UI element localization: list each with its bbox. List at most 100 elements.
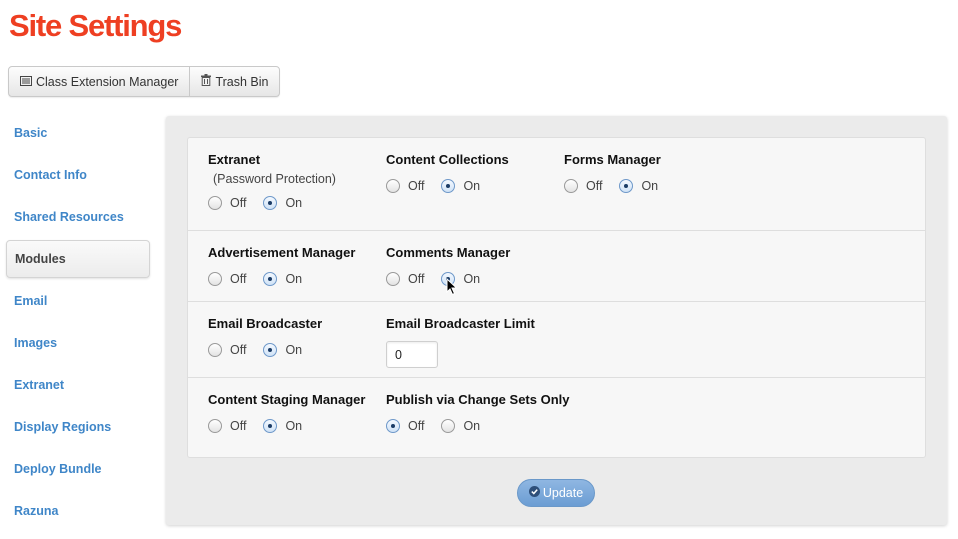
email-broadcaster-on-label: On: [285, 343, 303, 357]
forms-manager-on-label: On: [641, 179, 659, 193]
forms-manager-off-radio[interactable]: [564, 179, 578, 193]
email-broadcaster-on-option[interactable]: On: [263, 343, 302, 357]
publish-via-change-sets-on-label: On: [463, 419, 481, 433]
advertisement-manager-on-radio[interactable]: [263, 272, 278, 286]
publish-via-change-sets-off-option[interactable]: Off: [386, 419, 424, 433]
settings-row: Extranet (Password Protection) Off On Co…: [188, 138, 925, 231]
content-staging-manager-on-option[interactable]: On: [263, 419, 302, 433]
sidebar-item-email[interactable]: Email: [6, 282, 150, 320]
comments-manager-label: Comments Manager: [386, 245, 511, 260]
comments-manager-off-option[interactable]: Off: [386, 272, 424, 286]
comments-manager-setting: Comments Manager Off On: [386, 245, 510, 286]
publish-via-change-sets-setting: Publish via Change Sets Only Off On: [386, 392, 570, 433]
email-broadcaster-off-label: Off: [230, 343, 247, 357]
extranet-off-option[interactable]: Off: [208, 196, 246, 210]
advertisement-manager-label: Advertisement Manager: [208, 245, 356, 260]
settings-row: Content Staging Manager Off On Publish v…: [188, 378, 925, 458]
content-staging-manager-setting: Content Staging Manager Off On: [208, 392, 365, 433]
extranet-sublabel: (Password Protection): [213, 172, 336, 186]
content-staging-manager-label: Content Staging Manager: [208, 392, 366, 407]
publish-via-change-sets-on-radio[interactable]: [441, 419, 456, 433]
advertisement-manager-off-radio[interactable]: [208, 272, 222, 286]
extranet-radio-group: Off On: [208, 196, 336, 210]
settings-row: Advertisement Manager Off On Comments Ma…: [188, 231, 925, 302]
forms-manager-label: Forms Manager: [564, 152, 661, 167]
class-extension-manager-label: Class Extension Manager: [36, 74, 179, 89]
publish-via-change-sets-off-label: Off: [408, 419, 425, 433]
email-broadcaster-limit-input[interactable]: [386, 341, 438, 368]
toolbar: Class Extension Manager Trash Bin: [8, 66, 281, 97]
trash-icon: [201, 74, 212, 89]
advertisement-manager-setting: Advertisement Manager Off On: [208, 245, 355, 286]
email-broadcaster-label: Email Broadcaster: [208, 316, 323, 331]
content-collections-off-option[interactable]: Off: [386, 179, 424, 193]
advertisement-manager-off-label: Off: [230, 272, 247, 286]
comments-manager-on-radio[interactable]: [441, 272, 456, 286]
sidebar-item-display-regions[interactable]: Display Regions: [6, 408, 150, 446]
content-collections-radio-group: Off On: [386, 179, 509, 193]
content-staging-manager-on-radio[interactable]: [263, 419, 278, 433]
content-collections-setting: Content Collections Off On: [386, 152, 509, 193]
forms-manager-off-option[interactable]: Off: [564, 179, 602, 193]
sidebar-item-razuna[interactable]: Razuna: [6, 492, 150, 530]
content-staging-manager-on-label: On: [285, 419, 303, 433]
publish-via-change-sets-label: Publish via Change Sets Only: [386, 392, 570, 407]
sidebar-item-modules[interactable]: Modules: [6, 240, 150, 278]
sidebar-item-contact-info[interactable]: Contact Info: [6, 156, 150, 194]
update-button[interactable]: Update: [517, 479, 595, 507]
advertisement-manager-on-label: On: [285, 272, 303, 286]
email-broadcaster-limit-setting: Email Broadcaster Limit: [386, 316, 535, 368]
settings-row: Email Broadcaster Off On Email Broadcast…: [188, 302, 925, 378]
content-staging-manager-off-radio[interactable]: [208, 419, 222, 433]
trash-bin-label: Trash Bin: [215, 74, 269, 89]
page-title: Site Settings: [9, 8, 182, 43]
publish-via-change-sets-off-radio[interactable]: [386, 419, 400, 433]
sidebar-item-basic[interactable]: Basic: [6, 114, 150, 152]
extranet-off-label: Off: [230, 196, 247, 210]
check-circle-icon: [528, 486, 540, 500]
content-collections-off-label: Off: [408, 179, 425, 193]
email-broadcaster-off-radio[interactable]: [208, 343, 222, 357]
forms-manager-setting: Forms Manager Off On: [564, 152, 675, 193]
modules-form: Extranet (Password Protection) Off On Co…: [187, 137, 926, 458]
forms-manager-off-label: Off: [586, 179, 603, 193]
forms-manager-radio-group: Off On: [564, 179, 675, 193]
email-broadcaster-on-radio[interactable]: [263, 343, 278, 357]
content-collections-on-radio[interactable]: [441, 179, 456, 193]
sidebar-item-images[interactable]: Images: [6, 324, 150, 362]
content-staging-manager-radio-group: Off On: [208, 419, 365, 433]
sidebar-item-shared-resources[interactable]: Shared Resources: [6, 198, 150, 236]
class-extension-manager-button[interactable]: Class Extension Manager: [9, 67, 189, 96]
content-staging-manager-off-option[interactable]: Off: [208, 419, 246, 433]
trash-bin-button[interactable]: Trash Bin: [189, 67, 279, 96]
email-broadcaster-radio-group: Off On: [208, 343, 322, 357]
extranet-label: Extranet: [208, 152, 261, 167]
comments-manager-radio-group: Off On: [386, 272, 510, 286]
comments-manager-off-radio[interactable]: [386, 272, 400, 286]
extranet-on-radio[interactable]: [263, 196, 278, 210]
forms-manager-on-option[interactable]: On: [619, 179, 658, 193]
advertisement-manager-off-option[interactable]: Off: [208, 272, 246, 286]
email-broadcaster-off-option[interactable]: Off: [208, 343, 246, 357]
advertisement-manager-on-option[interactable]: On: [263, 272, 302, 286]
publish-via-change-sets-radio-group: Off On: [386, 419, 570, 433]
content-collections-on-option[interactable]: On: [441, 179, 480, 193]
content-collections-on-label: On: [463, 179, 481, 193]
sidebar-item-deploy-bundle[interactable]: Deploy Bundle: [6, 450, 150, 488]
sidebar-nav: Basic Contact Info Shared Resources Modu…: [6, 114, 150, 534]
publish-via-change-sets-on-option[interactable]: On: [441, 419, 480, 433]
comments-manager-off-label: Off: [408, 272, 425, 286]
content-collections-off-radio[interactable]: [386, 179, 400, 193]
extranet-on-option[interactable]: On: [263, 196, 302, 210]
extranet-on-label: On: [285, 196, 303, 210]
email-broadcaster-setting: Email Broadcaster Off On: [208, 316, 322, 357]
extranet-setting: Extranet (Password Protection) Off On: [208, 152, 336, 210]
email-broadcaster-limit-label: Email Broadcaster Limit: [386, 316, 535, 331]
content-staging-manager-off-label: Off: [230, 419, 247, 433]
extranet-off-radio[interactable]: [208, 196, 222, 210]
forms-manager-on-radio[interactable]: [619, 179, 634, 193]
sidebar-item-extranet[interactable]: Extranet: [6, 366, 150, 404]
comments-manager-on-option[interactable]: On: [441, 272, 480, 286]
list-icon: [20, 75, 32, 89]
advertisement-manager-radio-group: Off On: [208, 272, 355, 286]
